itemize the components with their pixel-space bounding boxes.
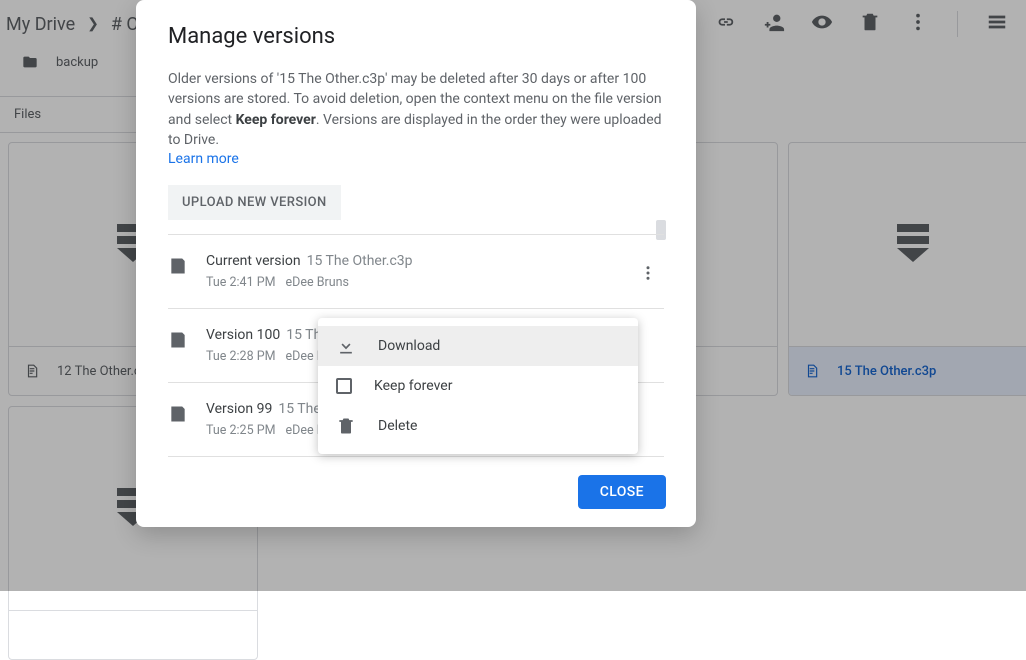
version-filename: 15 The Other.c3p — [307, 253, 413, 269]
version-author: eDee Bruns — [286, 275, 349, 290]
more-vert-icon — [639, 264, 657, 282]
file-icon — [168, 403, 188, 425]
version-time: Tue 2:28 PM — [206, 349, 276, 364]
menu-label: Keep forever — [374, 378, 452, 394]
dialog-title: Manage versions — [136, 24, 696, 69]
file-icon — [168, 255, 188, 277]
version-more-button[interactable] — [632, 257, 664, 289]
close-button[interactable]: CLOSE — [578, 475, 666, 509]
version-context-menu: Download Keep forever Delete — [318, 318, 638, 454]
menu-item-delete[interactable]: Delete — [318, 406, 638, 446]
upload-new-version-button[interactable]: UPLOAD NEW VERSION — [168, 185, 341, 220]
menu-item-keep-forever[interactable]: Keep forever — [318, 366, 638, 406]
version-label: Version 100 — [206, 327, 280, 343]
menu-label: Download — [378, 338, 440, 354]
menu-item-download[interactable]: Download — [318, 326, 638, 366]
trash-icon — [336, 416, 356, 436]
learn-more-link[interactable]: Learn more — [136, 150, 696, 167]
dialog-desc-bold: Keep forever — [236, 112, 316, 128]
version-time: Tue 2:41 PM — [206, 275, 276, 290]
version-label: Current version — [206, 253, 301, 269]
menu-label: Delete — [378, 418, 417, 434]
version-time: Tue 2:25 PM — [206, 423, 276, 438]
version-filename: 15 The — [278, 401, 320, 417]
dialog-description: Older versions of '15 The Other.c3p' may… — [136, 69, 696, 150]
file-icon — [168, 329, 188, 351]
version-label: Version 99 — [206, 401, 272, 417]
checkbox-icon — [336, 378, 352, 394]
version-row: Current version 15 The Other.c3p Tue 2:41… — [168, 235, 664, 309]
download-icon — [336, 336, 356, 356]
